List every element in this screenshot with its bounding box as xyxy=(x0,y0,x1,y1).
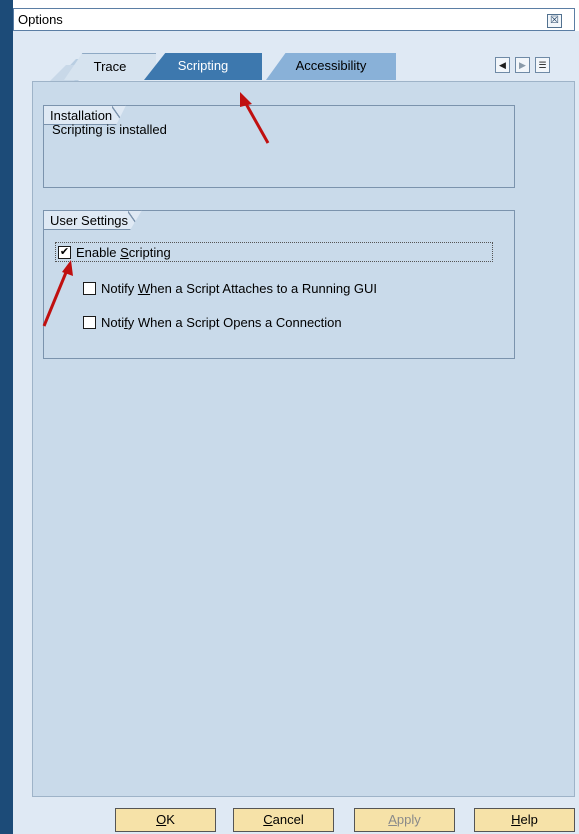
dialog-button-bar: OK Cancel Apply Help xyxy=(13,797,579,834)
mnemonic-letter: A xyxy=(388,812,397,827)
scroll-tabs-left-icon[interactable]: ◀ xyxy=(495,57,510,73)
notify-attach-checkbox-box[interactable] xyxy=(83,281,96,295)
ok-button[interactable]: OK xyxy=(115,808,216,832)
button-label: ancel xyxy=(272,812,304,827)
installation-group: Installation xyxy=(43,105,515,188)
help-button[interactable]: Help xyxy=(474,808,575,832)
notify-attach-label: Notify When a Script Attaches to a Runni… xyxy=(101,281,377,296)
cancel-button[interactable]: Cancel xyxy=(233,808,334,832)
notify-open-checkbox-box[interactable] xyxy=(83,315,96,329)
scripting-tab-panel: Installation Scripting is installed User… xyxy=(32,81,575,797)
scroll-tabs-right-icon[interactable]: ▶ xyxy=(515,57,530,73)
window-title: Options xyxy=(18,12,63,27)
enable-scripting-checkbox[interactable]: ✔ Enable Scripting xyxy=(55,242,493,262)
tab-accessibility[interactable]: Accessibility xyxy=(266,53,396,80)
enable-scripting-checkbox-box[interactable]: ✔ xyxy=(58,245,71,259)
notify-attach-checkbox[interactable]: Notify When a Script Attaches to a Runni… xyxy=(83,278,377,298)
notify-open-label: Notify When a Script Opens a Connection xyxy=(101,315,342,330)
label-part: y When a Script Opens a Connection xyxy=(127,314,342,330)
tab-scripting[interactable]: Scripting xyxy=(144,53,262,80)
notify-open-checkbox[interactable]: Notify When a Script Opens a Connection xyxy=(83,312,342,332)
label-part: cripting xyxy=(128,244,171,260)
window-left-border xyxy=(0,0,13,834)
mnemonic-letter: W xyxy=(137,280,151,296)
tab-list-icon[interactable]: ☰ xyxy=(535,57,550,73)
mnemonic-letter: O xyxy=(156,812,167,827)
button-label: K xyxy=(166,812,175,827)
label-part: Enable xyxy=(76,244,121,260)
tab-strip: Trace Scripting Accessibility ◀ ▶ ☰ xyxy=(13,31,579,81)
label-part: hen a Script Attaches to a Running GUI xyxy=(150,280,378,296)
tab-trace[interactable]: Trace xyxy=(64,53,156,80)
button-label: pply xyxy=(396,812,421,827)
mnemonic-letter: S xyxy=(120,244,129,260)
dialog-client-area: Trace Scripting Accessibility ◀ ▶ ☰ Inst… xyxy=(13,31,579,834)
user-settings-legend: User Settings xyxy=(43,210,143,230)
enable-scripting-label: Enable Scripting xyxy=(76,245,171,260)
title-bar: Options ☒ xyxy=(13,8,575,31)
label-part: Notify xyxy=(101,280,138,296)
apply-button[interactable]: Apply xyxy=(354,808,455,832)
button-label: elp xyxy=(520,812,538,827)
options-dialog: Options ☒ Trace Scripting Accessibility … xyxy=(0,0,579,834)
installation-status-text: Scripting is installed xyxy=(52,122,167,137)
close-icon[interactable]: ☒ xyxy=(547,14,562,28)
mnemonic-letter: H xyxy=(511,812,521,827)
label-part: Noti xyxy=(101,314,125,330)
mnemonic-letter: C xyxy=(263,812,273,827)
